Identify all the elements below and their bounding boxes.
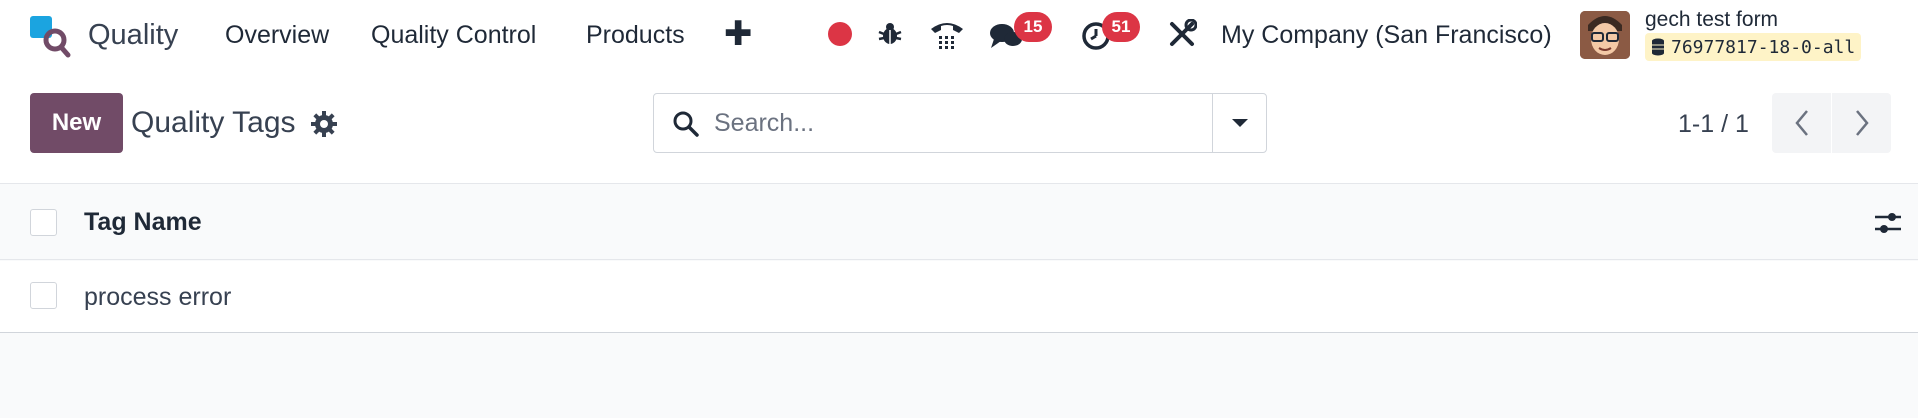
select-all-checkbox[interactable] — [30, 209, 57, 236]
database-name: 76977817-18-0-all — [1671, 36, 1856, 58]
plus-icon[interactable]: ✚ — [724, 14, 753, 54]
database-icon — [1652, 38, 1664, 56]
sliders-icon[interactable] — [1873, 209, 1903, 237]
list-header: Tag Name — [0, 185, 1918, 260]
chevron-left-icon — [1794, 110, 1808, 136]
control-panel: New Quality Tags 1-1 / 1 — [0, 72, 1918, 184]
bug-icon[interactable] — [874, 18, 906, 50]
page-title: Quality Tags — [131, 106, 296, 139]
column-header-tag-name[interactable]: Tag Name — [84, 208, 202, 237]
top-navbar: Quality Overview Quality Control Product… — [0, 0, 1918, 72]
record-icon[interactable] — [824, 18, 856, 50]
app-name[interactable]: Quality — [88, 19, 178, 52]
gear-icon[interactable] — [310, 110, 338, 138]
messages-badge: 15 — [1014, 12, 1052, 42]
chat-icon[interactable]: 15 — [988, 12, 1052, 52]
search-bar — [653, 93, 1267, 153]
menu-item-quality-control[interactable]: Quality Control — [371, 21, 536, 50]
pager-previous-button[interactable] — [1772, 93, 1831, 153]
row-checkbox[interactable] — [30, 282, 57, 309]
activities-badge: 51 — [1102, 12, 1140, 42]
search-options-toggle[interactable] — [1212, 94, 1266, 152]
company-switcher[interactable]: My Company (San Francisco) — [1221, 21, 1552, 50]
database-badge: 76977817-18-0-all — [1645, 33, 1862, 61]
search-input[interactable] — [714, 95, 1204, 151]
quality-logo-icon[interactable] — [28, 14, 72, 58]
tag-name-cell[interactable]: process error — [84, 283, 231, 312]
pager-next-button[interactable] — [1832, 93, 1891, 153]
tools-icon[interactable] — [1166, 18, 1198, 50]
menu-item-products[interactable]: Products — [586, 21, 685, 50]
new-button[interactable]: New — [30, 93, 123, 153]
table-row[interactable]: process error — [0, 261, 1918, 333]
pager-value[interactable]: 1-1 / 1 — [1678, 110, 1749, 139]
phone-icon[interactable] — [929, 18, 965, 50]
user-name[interactable]: gech test form — [1645, 8, 1778, 32]
user-avatar[interactable] — [1580, 11, 1630, 59]
chevron-right-icon — [1855, 110, 1869, 136]
caret-down-icon — [1231, 119, 1248, 127]
menu-item-overview[interactable]: Overview — [225, 21, 329, 50]
search-icon — [673, 111, 699, 137]
clock-icon[interactable]: 51 — [1080, 12, 1140, 52]
